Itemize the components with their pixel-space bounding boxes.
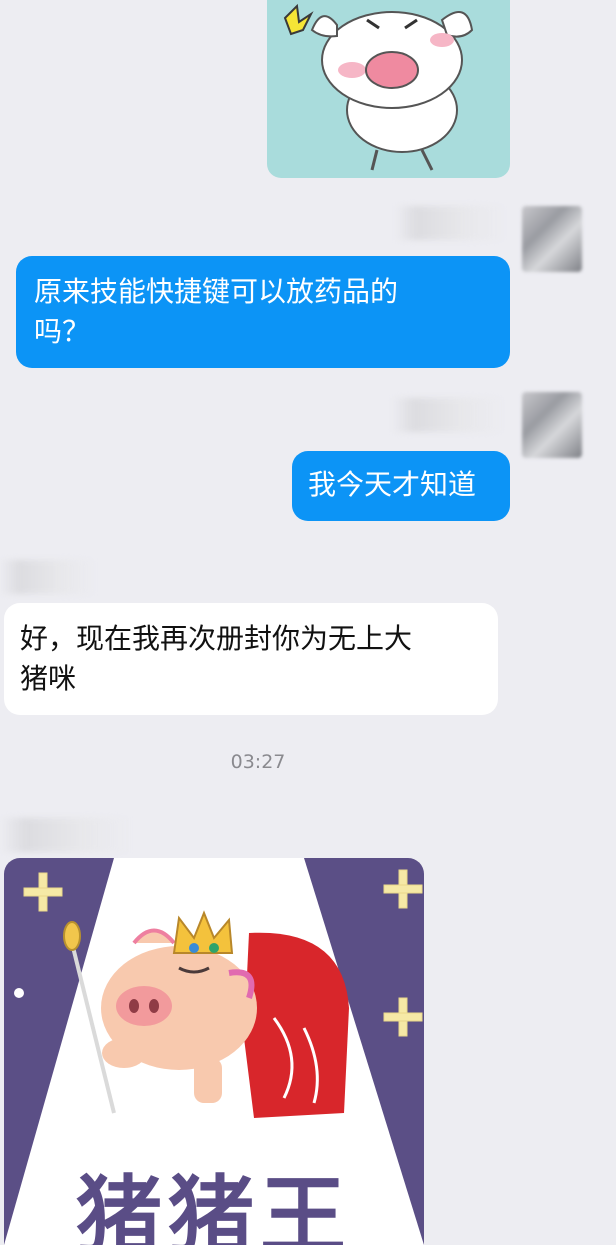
message-text: 好，现在我再次册封你为无上大 bbox=[20, 622, 413, 655]
sticker-caption: 猪猪王 bbox=[76, 1167, 352, 1245]
message-text: 原来技能快捷键可以放药品的 bbox=[34, 275, 399, 308]
sticker-pig-king[interactable]: 猪猪王 bbox=[4, 858, 424, 1245]
message-text: 吗？ bbox=[34, 315, 91, 348]
message-timestamp: 03:27 bbox=[230, 751, 286, 773]
message-bubble-incoming[interactable]: 好，现在我再次册封你为无上大 猪咪 bbox=[4, 603, 498, 715]
avatar[interactable] bbox=[522, 392, 582, 458]
message-bubble-outgoing[interactable]: 我今天才知道 bbox=[292, 451, 510, 521]
sender-name-blurred bbox=[0, 560, 95, 594]
sender-name-blurred bbox=[395, 206, 505, 240]
sender-name-blurred bbox=[0, 818, 130, 852]
pig-sticker-illustration bbox=[283, 3, 474, 171]
sender-name-blurred bbox=[392, 398, 504, 432]
message-bubble-outgoing[interactable]: 原来技能快捷键可以放药品的 吗？ bbox=[16, 256, 510, 368]
message-text: 我今天才知道 bbox=[308, 468, 477, 501]
sticker-pig-top[interactable] bbox=[267, 0, 510, 178]
message-text: 猪咪 bbox=[20, 662, 77, 695]
avatar[interactable] bbox=[522, 206, 582, 272]
